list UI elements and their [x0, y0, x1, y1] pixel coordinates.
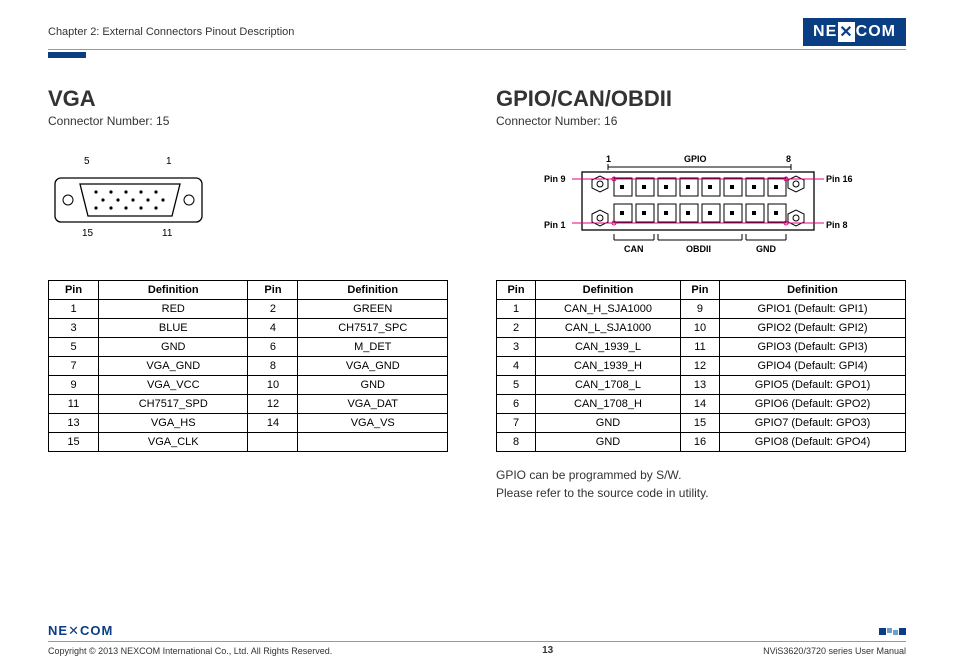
th-def: Definition	[536, 281, 681, 300]
table-row: 11CH7517_SPD12VGA_DAT	[49, 395, 448, 414]
gpio-label-pin16: Pin 16	[826, 174, 853, 184]
table-row: 9VGA_VCC10GND	[49, 376, 448, 395]
table-row: 3CAN_1939_L11GPIO3 (Default: GPI3)	[497, 338, 906, 357]
section-gpio: GPIO/CAN/OBDII Connector Number: 16 1 GP…	[496, 86, 906, 502]
vga-diagram: 5 1 15 11	[48, 148, 448, 268]
gpio-note-1: GPIO can be programmed by S/W.	[496, 466, 906, 484]
vga-heading: VGA	[48, 86, 448, 112]
table-row: 5CAN_1708_L13GPIO5 (Default: GPO1)	[497, 376, 906, 395]
gpio-connector-number: Connector Number: 16	[496, 114, 906, 128]
gpio-diagram: 1 GPIO 8 Pin 9 Pin 16 Pin 1 Pin 8	[496, 148, 906, 268]
th-pin: Pin	[49, 281, 99, 300]
footer-divider	[48, 641, 906, 642]
table-row: 1CAN_H_SJA10009GPIO1 (Default: GPI1)	[497, 300, 906, 319]
logo-text-left: NE	[813, 23, 837, 41]
gpio-label-can: CAN	[624, 244, 644, 254]
th-def: Definition	[298, 281, 448, 300]
gpio-label-obdii: OBDII	[686, 244, 711, 254]
th-pin: Pin	[497, 281, 536, 300]
table-row: 3BLUE4CH7517_SPC	[49, 319, 448, 338]
th-pin: Pin	[248, 281, 298, 300]
th-def: Definition	[99, 281, 248, 300]
table-row: 6CAN_1708_H14GPIO6 (Default: GPO2)	[497, 395, 906, 414]
gpio-label-gnd: GND	[756, 244, 777, 254]
table-row: 7VGA_GND8VGA_GND	[49, 357, 448, 376]
vga-connector-icon: 5 1 15 11	[46, 148, 216, 258]
brand-logo: NE✕COM	[803, 18, 906, 46]
footer-logo: NE✕COM	[48, 623, 113, 639]
vga-pin-table: Pin Definition Pin Definition 1RED2GREEN…	[48, 280, 448, 452]
section-vga: VGA Connector Number: 15 5 1	[48, 86, 448, 502]
header-divider	[48, 49, 906, 50]
gpio-label-8: 8	[786, 154, 791, 164]
table-row: 8GND16GPIO8 (Default: GPO4)	[497, 433, 906, 452]
table-row: 13VGA_HS14VGA_VS	[49, 414, 448, 433]
gpio-connector-icon: 1 GPIO 8 Pin 9 Pin 16 Pin 1 Pin 8	[496, 148, 906, 268]
vga-pin1-label: 1	[166, 156, 172, 167]
vga-pin15-label: 15	[82, 228, 94, 239]
footer-manual-name: NViS3620/3720 series User Manual	[763, 646, 906, 656]
gpio-label-pin8: Pin 8	[826, 220, 848, 230]
gpio-heading: GPIO/CAN/OBDII	[496, 86, 906, 112]
page-number: 13	[542, 645, 553, 656]
th-pin: Pin	[680, 281, 719, 300]
table-row: 7GND15GPIO7 (Default: GPO3)	[497, 414, 906, 433]
table-row: 2CAN_L_SJA100010GPIO2 (Default: GPI2)	[497, 319, 906, 338]
vga-pin5-label: 5	[84, 156, 90, 167]
gpio-label-gpio: GPIO	[684, 154, 707, 164]
table-row: 5GND6M_DET	[49, 338, 448, 357]
table-row: 1RED2GREEN	[49, 300, 448, 319]
table-row: 15VGA_CLK	[49, 433, 448, 452]
vga-connector-number: Connector Number: 15	[48, 114, 448, 128]
table-row: 4CAN_1939_H12GPIO4 (Default: GPI4)	[497, 357, 906, 376]
chapter-title: Chapter 2: External Connectors Pinout De…	[48, 26, 294, 38]
gpio-label-1: 1	[606, 154, 611, 164]
footer-ornament-icon	[879, 628, 906, 635]
gpio-label-pin9: Pin 9	[544, 174, 566, 184]
footer-copyright: Copyright © 2013 NEXCOM International Co…	[48, 646, 332, 656]
header-accent-bar	[48, 52, 86, 58]
th-def: Definition	[719, 281, 905, 300]
page-footer: NE✕COM Copyright © 2013 NEXCOM Internati…	[48, 623, 906, 656]
gpio-label-pin1: Pin 1	[544, 220, 566, 230]
gpio-note-2: Please refer to the source code in utili…	[496, 484, 906, 502]
vga-pin11-label: 11	[162, 228, 173, 239]
logo-x-icon: ✕	[838, 22, 854, 42]
gpio-pin-table: Pin Definition Pin Definition 1CAN_H_SJA…	[496, 280, 906, 452]
logo-text-right: COM	[856, 23, 896, 41]
gpio-notes: GPIO can be programmed by S/W. Please re…	[496, 466, 906, 502]
